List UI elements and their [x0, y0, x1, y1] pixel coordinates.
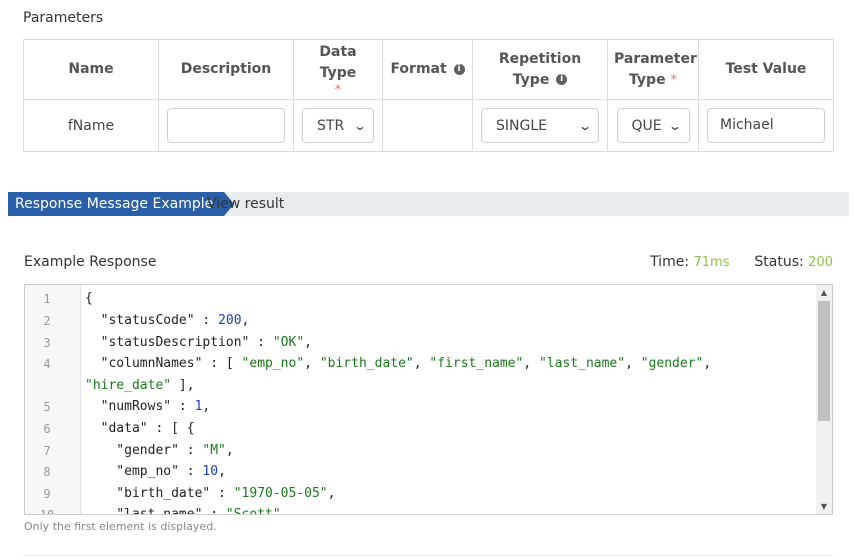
chevron-down-icon: ⌄: [668, 118, 683, 133]
param-description-cell: [158, 99, 294, 152]
code-line: "statusDescription" : "OK",: [85, 335, 312, 350]
code-line: "emp_no" : 10,: [85, 464, 226, 479]
line-number: 6: [43, 422, 51, 436]
code-line: "gender" : "M",: [85, 443, 234, 458]
info-icon[interactable]: i: [556, 74, 568, 85]
code-line: "numRows" : 1,: [85, 399, 211, 414]
description-input[interactable]: [167, 108, 285, 143]
parameters-header-row: Name Description Data Type * Format i Re…: [23, 39, 834, 100]
code-line: {: [85, 291, 93, 306]
chevron-down-icon: ⌄: [352, 118, 368, 133]
test-value-input[interactable]: Michael: [707, 108, 825, 143]
scroll-down-arrow-icon[interactable]: ▼: [816, 502, 832, 511]
column-header-format: Format i: [382, 39, 473, 100]
code-line: "columnNames" : [ "emp_no", "birth_date"…: [85, 356, 712, 371]
data-type-value: STR: [317, 117, 345, 134]
json-code: { "statusCode" : 200, "statusDescription…: [85, 285, 814, 514]
parameter-type-select[interactable]: QUE ⌄: [616, 108, 690, 143]
tab-response-message-example[interactable]: Response Message Example: [8, 192, 235, 216]
param-repetition-type-cell: SINGLE ⌄: [472, 99, 608, 152]
param-format-cell: [382, 99, 473, 152]
line-number: 5: [43, 400, 51, 414]
line-number: 2: [43, 314, 51, 328]
line-number: 7: [43, 444, 51, 458]
status-label: Status:: [754, 254, 804, 270]
repetition-type-select[interactable]: SINGLE ⌄: [481, 108, 599, 143]
param-name-cell: fName: [23, 99, 159, 152]
column-header-parameter-type: Parameter Type *: [607, 39, 699, 100]
parameters-title: Parameters: [23, 10, 104, 26]
tab-view-result[interactable]: View result: [207, 192, 284, 216]
required-marker: *: [670, 72, 677, 88]
line-number: 9: [43, 487, 51, 501]
code-line: "data" : [ {: [85, 421, 195, 436]
divider: [23, 555, 833, 556]
repetition-type-value: SINGLE: [496, 117, 547, 134]
line-number: 8: [43, 465, 51, 479]
status-value: 200: [808, 255, 833, 270]
data-type-select[interactable]: STR ⌄: [302, 108, 374, 143]
column-header-test-value: Test Value: [698, 39, 834, 100]
info-icon[interactable]: i: [453, 63, 465, 75]
parameters-table: Name Description Data Type * Format i Re…: [23, 39, 834, 152]
param-test-value-cell: Michael: [698, 99, 834, 152]
line-number: 3: [43, 336, 51, 350]
column-header-data-type: Data Type *: [293, 39, 383, 100]
code-line: "last_name" : "Scott": [85, 507, 281, 515]
line-number: 1: [43, 292, 51, 306]
required-marker: *: [334, 82, 342, 98]
time-label: Time:: [650, 254, 690, 270]
table-row: fName STR ⌄ SINGLE ⌄ QUE ⌄ Michael: [23, 99, 834, 152]
vertical-scrollbar[interactable]: ▲ ▼: [816, 285, 832, 514]
column-header-repetition-type: Repetition Type i: [472, 39, 608, 100]
code-line: "statusCode" : 200,: [85, 313, 250, 328]
param-data-type-cell: STR ⌄: [293, 99, 383, 152]
scroll-up-arrow-icon[interactable]: ▲: [816, 288, 832, 297]
line-number: 10: [39, 508, 55, 515]
code-line: "birth_date" : "1970-05-05",: [85, 486, 336, 501]
example-response-title: Example Response: [24, 254, 157, 270]
chevron-down-icon: ⌄: [577, 118, 593, 133]
response-meta: Time: 71ms Status: 200: [650, 254, 833, 270]
line-number-gutter: 1 2 3 4 5 6 7 8 9 10: [25, 285, 81, 514]
parameter-type-value: QUE: [631, 117, 662, 134]
code-line: "hire_date" ],: [85, 378, 195, 393]
param-parameter-type-cell: QUE ⌄: [607, 99, 699, 152]
line-number: 4: [43, 357, 51, 371]
scrollbar-thumb[interactable]: [818, 301, 830, 421]
response-tab-bar: Response Message Example View result: [8, 192, 849, 216]
code-editor[interactable]: 1 2 3 4 5 6 7 8 9 10 { "statusCode" : 20…: [24, 284, 833, 515]
display-note: Only the first element is displayed.: [24, 520, 217, 533]
column-header-name: Name: [23, 39, 159, 100]
time-value: 71ms: [693, 255, 730, 270]
column-header-description: Description: [158, 39, 294, 100]
